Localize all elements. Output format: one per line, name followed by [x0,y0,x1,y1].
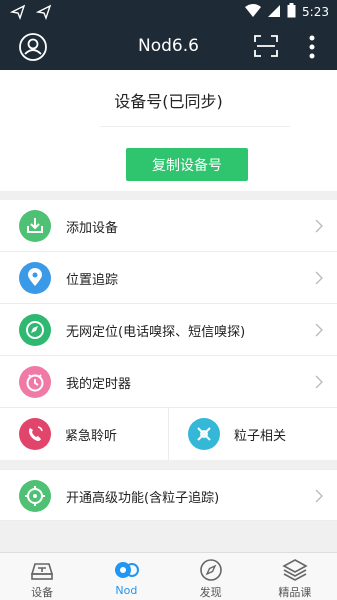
wifi-icon [245,3,262,21]
device-number-title: 设备号(已同步) [114,92,223,111]
status-time: 5:23 [302,5,329,19]
status-bar: 5:23 [0,0,337,24]
copy-device-number-button[interactable]: 复制设备号 [126,148,248,181]
menu-item-label: 开通高级功能(含粒子追踪) [66,491,220,506]
timer-icon [19,366,51,398]
tab-label: 设备 [31,586,54,599]
tab-label: 发现 [199,586,222,599]
menu-item-add-device[interactable]: 添加设备 [0,200,337,252]
menu-split-row: 紧急聆听 粒子相关 [0,408,337,460]
phone-listen-icon [19,418,51,450]
page-title: Nod6.6 [138,36,199,56]
add-device-icon [19,210,51,242]
menu-item-label: 粒子相关 [234,429,287,444]
layers-icon [282,559,308,581]
notification-icon [9,4,26,24]
advanced-menu: 开通高级功能(含粒子追踪) [0,469,337,521]
battery-icon [287,3,296,21]
menu-item-label: 无网定位(电话嗅探、短信嗅探) [66,325,246,340]
tab-courses[interactable]: 精品课 [253,553,337,600]
tab-label: Nod [115,584,138,597]
tab-label: 精品课 [278,586,312,599]
particle-icon [188,418,220,450]
scan-button[interactable] [254,35,278,57]
signal-icon [267,4,281,21]
menu-list: 添加设备 位置追踪 无网定位(电话嗅探、短信嗅探) 我的定时器 紧急聆听 粒子相… [0,200,337,460]
more-options-button[interactable] [304,34,320,60]
device-card: 设备号(已同步) 复制设备号 [0,70,337,191]
more-vertical-icon [309,35,315,59]
menu-item-label: 位置追踪 [66,273,119,288]
tab-device[interactable]: 设备 [0,553,84,600]
chevron-right-icon [315,375,323,389]
tab-nod[interactable]: Nod [84,553,168,600]
tab-discover[interactable]: 发现 [169,553,253,600]
chevron-right-icon [315,489,323,503]
menu-item-my-timer[interactable]: 我的定时器 [0,356,337,408]
chevron-right-icon [315,323,323,337]
menu-item-label: 我的定时器 [66,377,132,392]
divider [100,126,290,127]
compass-icon [199,559,222,581]
device-icon [31,563,54,580]
scan-icon [254,35,278,57]
nod-icon [115,562,140,578]
app-bar: Nod6.6 [0,24,337,70]
menu-item-particle-related[interactable]: 粒子相关 [168,408,337,460]
location-pin-icon [19,262,51,294]
chevron-right-icon [315,271,323,285]
menu-item-advanced-features[interactable]: 开通高级功能(含粒子追踪) [0,469,337,521]
chevron-right-icon [315,219,323,233]
menu-item-emergency-listen[interactable]: 紧急聆听 [0,408,168,460]
compass-icon [19,314,51,346]
menu-item-location-tracking[interactable]: 位置追踪 [0,252,337,304]
menu-item-offline-location[interactable]: 无网定位(电话嗅探、短信嗅探) [0,304,337,356]
send-icon [35,4,52,24]
menu-item-label: 紧急聆听 [65,429,118,444]
bottom-tab-bar: 设备 Nod 发现 精品课 [0,552,337,600]
target-icon [19,480,51,512]
menu-item-label: 添加设备 [66,221,119,236]
